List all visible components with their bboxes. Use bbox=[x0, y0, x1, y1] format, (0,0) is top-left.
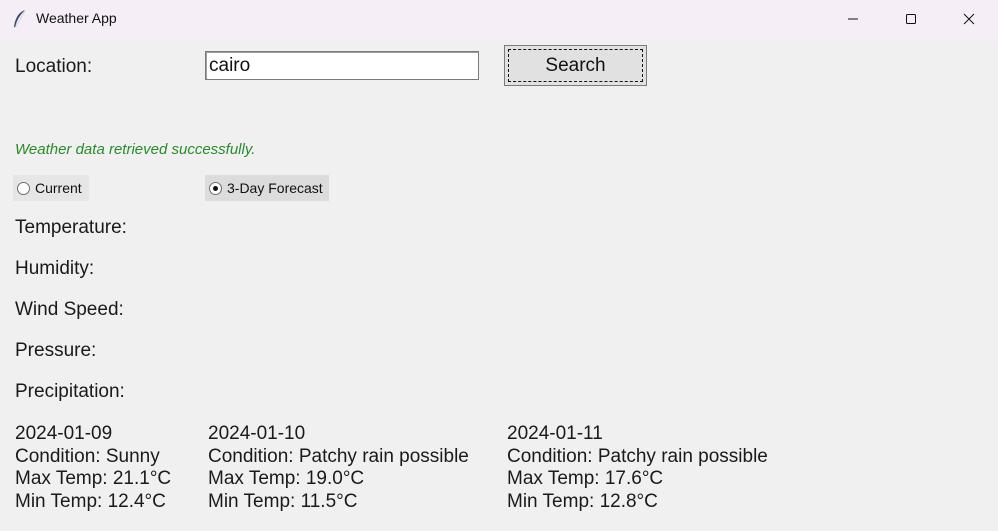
radio-checked-icon bbox=[209, 181, 222, 195]
maximize-icon bbox=[906, 14, 916, 24]
forecast-day: 2024-01-10 Condition: Patchy rain possib… bbox=[208, 423, 469, 514]
humidity-label: Humidity: bbox=[15, 258, 95, 279]
forecast-max-temp: Max Temp: 17.6°C bbox=[507, 468, 664, 490]
feather-icon bbox=[12, 9, 28, 29]
forecast-date: 2024-01-11 bbox=[507, 423, 603, 444]
forecast-day: 2024-01-11 Condition: Patchy rain possib… bbox=[507, 423, 768, 514]
close-icon bbox=[963, 13, 975, 25]
forecast-date: 2024-01-09 bbox=[15, 423, 113, 444]
forecast-day: 2024-01-09 Condition: Sunny Max Temp: 21… bbox=[15, 423, 171, 514]
forecast-condition: Condition: Patchy rain possible bbox=[507, 445, 768, 467]
location-input[interactable] bbox=[205, 51, 479, 80]
radio-current[interactable]: Current bbox=[13, 175, 89, 201]
search-button-label: Search bbox=[545, 54, 606, 76]
radio-3-day-forecast[interactable]: 3-Day Forecast bbox=[205, 175, 329, 201]
temperature-label: Temperature: bbox=[15, 217, 127, 238]
search-button[interactable]: Search bbox=[504, 45, 647, 86]
close-button[interactable] bbox=[940, 0, 998, 38]
forecast-condition: Condition: Sunny bbox=[15, 445, 160, 467]
wind-speed-label: Wind Speed: bbox=[15, 299, 124, 320]
radio-current-label: Current bbox=[35, 180, 82, 196]
forecast-date: 2024-01-10 bbox=[208, 423, 306, 444]
minimize-button[interactable] bbox=[824, 0, 882, 38]
forecast-condition: Condition: Patchy rain possible bbox=[208, 445, 469, 467]
forecast-min-temp: Min Temp: 12.8°C bbox=[507, 491, 658, 513]
window-title: Weather App bbox=[36, 10, 117, 26]
precipitation-label: Precipitation: bbox=[15, 381, 125, 402]
maximize-button[interactable] bbox=[882, 0, 940, 38]
status-message: Weather data retrieved successfully. bbox=[15, 141, 256, 158]
forecast-max-temp: Max Temp: 21.1°C bbox=[15, 468, 172, 490]
location-label: Location: bbox=[15, 56, 93, 77]
forecast-min-temp: Min Temp: 12.4°C bbox=[15, 491, 166, 513]
forecast-min-temp: Min Temp: 11.5°C bbox=[208, 491, 358, 513]
radio-forecast-label: 3-Day Forecast bbox=[227, 180, 323, 196]
title-bar[interactable]: Weather App bbox=[0, 0, 998, 38]
radio-unchecked-icon bbox=[17, 181, 30, 195]
minimize-icon bbox=[848, 18, 858, 20]
pressure-label: Pressure: bbox=[15, 340, 97, 361]
forecast-max-temp: Max Temp: 19.0°C bbox=[208, 468, 365, 490]
